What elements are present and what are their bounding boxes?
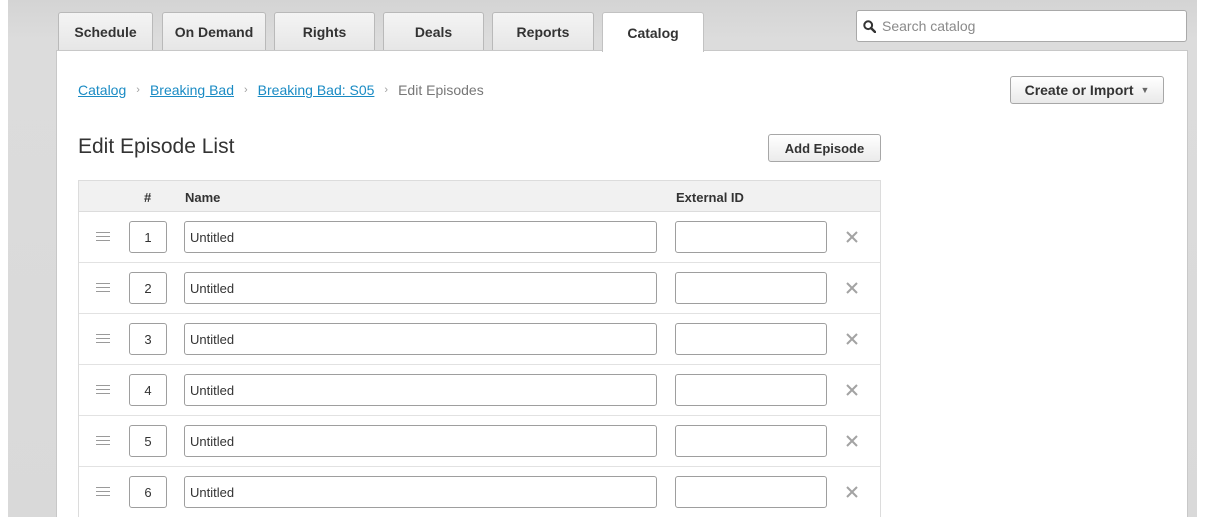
remove-row-icon[interactable] <box>844 382 860 398</box>
table-row <box>79 365 880 416</box>
episode-name-input[interactable] <box>184 476 657 508</box>
tab-on-demand[interactable]: On Demand <box>162 12 266 51</box>
table-row <box>79 212 880 263</box>
breadcrumb-separator: › <box>244 84 248 96</box>
breadcrumb-show-link[interactable]: Breaking Bad <box>150 82 234 98</box>
episode-name-input[interactable] <box>184 425 657 457</box>
external-id-input[interactable] <box>675 374 827 406</box>
drag-handle-icon[interactable] <box>96 232 110 242</box>
episode-number-input[interactable] <box>129 323 167 355</box>
tab-rights[interactable]: Rights <box>274 12 375 51</box>
breadcrumb-season-link[interactable]: Breaking Bad: S05 <box>258 82 375 98</box>
episode-number-input[interactable] <box>129 476 167 508</box>
page-title: Edit Episode List <box>78 135 235 158</box>
drag-handle-icon[interactable] <box>96 487 110 497</box>
breadcrumb-separator: › <box>384 84 389 96</box>
create-or-import-label: Create or Import <box>1024 82 1134 98</box>
episode-name-input[interactable] <box>184 374 657 406</box>
table-row <box>79 314 880 365</box>
remove-row-icon[interactable] <box>844 280 860 296</box>
episode-name-input[interactable] <box>184 272 657 304</box>
table-row <box>79 263 880 314</box>
external-id-input[interactable] <box>675 323 827 355</box>
external-id-input[interactable] <box>675 476 827 508</box>
drag-handle-icon[interactable] <box>96 385 110 395</box>
add-episode-button[interactable]: Add Episode <box>768 134 881 162</box>
table-row <box>79 467 880 517</box>
create-or-import-button[interactable]: Create or Import ▼ <box>1010 76 1164 104</box>
search-icon <box>863 19 876 33</box>
tab-catalog[interactable]: Catalog <box>602 12 704 52</box>
tab-schedule[interactable]: Schedule <box>58 12 153 51</box>
episode-number-input[interactable] <box>129 221 167 253</box>
breadcrumb-current: Edit Episodes <box>398 82 484 98</box>
remove-row-icon[interactable] <box>844 229 860 245</box>
remove-row-icon[interactable] <box>844 331 860 347</box>
external-id-input[interactable] <box>675 272 827 304</box>
episode-number-input[interactable] <box>129 374 167 406</box>
drag-handle-icon[interactable] <box>96 436 110 446</box>
remove-row-icon[interactable] <box>844 484 860 500</box>
content-panel: Catalog › Breaking Bad › Breaking Bad: S… <box>56 50 1188 517</box>
search-box[interactable] <box>856 10 1187 42</box>
drag-handle-icon[interactable] <box>96 334 110 344</box>
breadcrumb-separator: › <box>136 84 140 96</box>
table-row <box>79 416 880 467</box>
caret-down-icon: ▼ <box>1140 85 1150 95</box>
breadcrumb: Catalog › Breaking Bad › Breaking Bad: S… <box>78 82 484 98</box>
external-id-input[interactable] <box>675 221 827 253</box>
app-frame: Schedule On Demand Rights Deals Reports … <box>8 0 1197 517</box>
external-id-input[interactable] <box>675 425 827 457</box>
column-header-name: Name <box>185 190 221 205</box>
tab-reports[interactable]: Reports <box>492 12 594 51</box>
episode-name-input[interactable] <box>184 323 657 355</box>
episode-number-input[interactable] <box>129 425 167 457</box>
episode-name-input[interactable] <box>184 221 657 253</box>
episode-number-input[interactable] <box>129 272 167 304</box>
column-header-external-id: External ID <box>676 190 744 205</box>
column-header-number: # <box>144 190 152 205</box>
table-header: # Name External ID <box>79 181 880 212</box>
remove-row-icon[interactable] <box>844 433 860 449</box>
episode-table: # Name External ID <box>78 180 881 517</box>
search-input[interactable] <box>882 13 1172 39</box>
tab-deals[interactable]: Deals <box>383 12 484 51</box>
drag-handle-icon[interactable] <box>96 283 110 293</box>
breadcrumb-catalog-link[interactable]: Catalog <box>78 82 126 98</box>
